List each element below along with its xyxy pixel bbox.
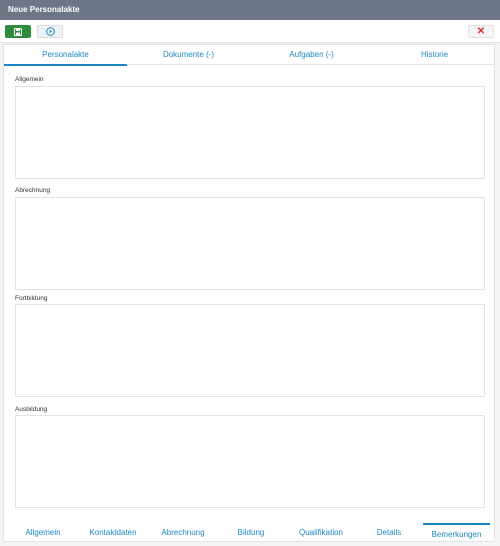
bottom-tab-details[interactable]: Details	[364, 523, 414, 542]
toolbar: ✕	[0, 20, 500, 43]
label-allgemein: Allgemein	[15, 76, 44, 83]
tab-historie[interactable]: Historie	[373, 45, 496, 64]
bottom-tab-bemerkungen[interactable]: Bemerkungen	[423, 523, 490, 544]
bottom-tab-qualifikation[interactable]: Qualifikation	[288, 523, 354, 542]
label-ausbildung: Ausbildung	[15, 406, 48, 413]
play-circle-icon	[45, 27, 55, 36]
start-button[interactable]	[37, 25, 63, 38]
close-icon: ✕	[476, 26, 486, 37]
save-button[interactable]	[5, 25, 31, 38]
personnel-record-panel: Personalakte Dokumente (-) Aufgaben (-) …	[3, 44, 495, 542]
window-title: Neue Personalakte	[0, 0, 500, 20]
label-abrechnung: Abrechnung	[15, 187, 51, 194]
close-button[interactable]: ✕	[468, 25, 494, 38]
tab-personalakte[interactable]: Personalakte	[4, 45, 127, 66]
bottom-tab-abrechnung[interactable]: Abrechnung	[152, 523, 214, 542]
floppy-disk-icon	[14, 27, 22, 36]
textarea-abrechnung[interactable]	[15, 197, 485, 290]
textarea-allgemein[interactable]	[15, 86, 485, 179]
bottom-tab-kontaktdaten[interactable]: Kontaktdaten	[80, 523, 146, 542]
textarea-ausbildung[interactable]	[15, 415, 485, 508]
label-fortbildung: Fortbildung	[15, 295, 48, 302]
tab-aufgaben[interactable]: Aufgaben (-)	[250, 45, 373, 64]
bottom-tab-bildung[interactable]: Bildung	[224, 523, 278, 542]
tab-bar: Personalakte Dokumente (-) Aufgaben (-) …	[4, 45, 496, 66]
bottom-tab-allgemein[interactable]: Allgemein	[12, 523, 74, 542]
textarea-fortbildung[interactable]	[15, 304, 485, 397]
tab-dokumente[interactable]: Dokumente (-)	[127, 45, 250, 64]
